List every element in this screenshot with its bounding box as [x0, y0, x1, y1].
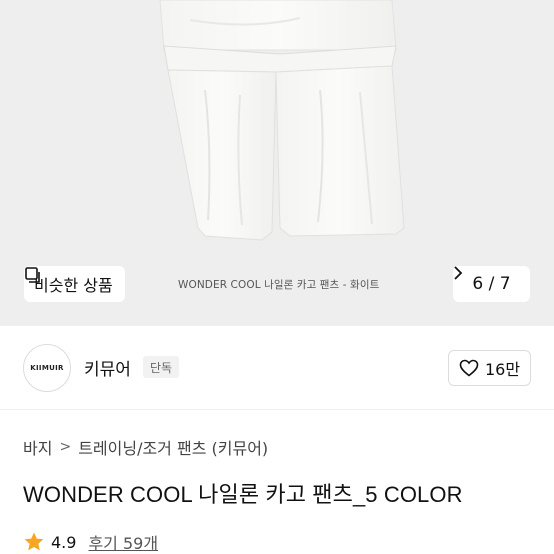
image-caption: WONDER COOL 나일론 카고 팬츠 - 화이트 — [178, 279, 380, 291]
similar-products-button[interactable]: 비슷한 상품 — [24, 266, 125, 302]
product-image-gallery[interactable]: 비슷한 상품 WONDER COOL 나일론 카고 팬츠 - 화이트 6 / 7 — [0, 0, 554, 326]
like-count: 16만 — [484, 360, 521, 379]
chevron-right-icon — [454, 266, 463, 280]
product-title: WONDER COOL 나일론 카고 팬츠_5 COLOR — [23, 482, 463, 507]
brand-row: KIIMUIR 키뮤어 단독 16만 — [0, 326, 554, 410]
similar-items-icon — [25, 267, 40, 283]
similar-products-label: 비슷한 상품 — [34, 276, 113, 295]
rating-row: 4.9 후기 59개 — [23, 530, 158, 554]
like-button[interactable]: 16만 — [448, 350, 531, 386]
star-icon — [24, 532, 44, 551]
review-count-link[interactable]: 후기 59개 — [88, 530, 158, 554]
breadcrumb: 바지 > 트레이닝/조거 팬츠 (키뮤어) — [23, 435, 268, 459]
image-pager-count: 6 / 7 — [472, 274, 511, 294]
rating-score: 4.9 — [51, 532, 77, 552]
breadcrumb-subcategory[interactable]: 트레이닝/조거 팬츠 (키뮤어) — [78, 435, 268, 459]
image-pager-button[interactable]: 6 / 7 — [453, 266, 530, 302]
breadcrumb-category[interactable]: 바지 — [23, 435, 52, 459]
heart-icon — [459, 359, 479, 377]
exclusive-badge: 단독 — [143, 356, 180, 378]
brand-logo[interactable]: KIIMUIR — [23, 344, 71, 392]
chevron-right-icon: > — [59, 439, 72, 455]
brand-logo-text: KIIMUIR — [30, 364, 64, 372]
brand-name-link[interactable]: 키뮤어 — [84, 355, 131, 380]
